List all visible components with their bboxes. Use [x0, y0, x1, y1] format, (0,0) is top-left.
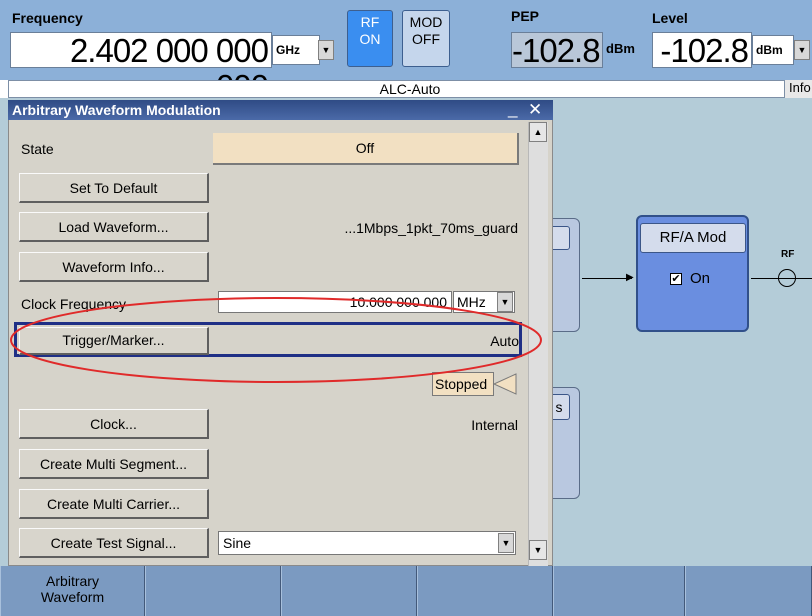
set-to-default-button[interactable]: Set To Default	[19, 173, 209, 203]
scroll-down-icon[interactable]: ▼	[529, 540, 547, 560]
rf-on-button[interactable]: RF ON	[347, 10, 393, 67]
scroll-up-icon[interactable]: ▲	[529, 122, 547, 142]
signal-arrow	[582, 278, 632, 279]
rf-mod-title[interactable]: RF/A Mod	[640, 223, 746, 253]
dialog-titlebar: Arbitrary Waveform Modulation	[8, 100, 553, 120]
tab-arbitrary-waveform[interactable]: Arbitrary Waveform	[0, 566, 145, 616]
dialog-scrollbar[interactable]	[528, 122, 548, 566]
rf-output-connector-icon	[778, 269, 796, 287]
minimize-icon[interactable]: _	[508, 100, 517, 118]
tab-empty-2[interactable]	[281, 566, 417, 616]
waveform-name: ...1Mbps_1pkt_70ms_guard	[344, 220, 518, 236]
level-unit-dropdown-icon[interactable]: ▼	[794, 40, 810, 60]
test-signal-dropdown-icon[interactable]: ▼	[498, 533, 514, 553]
clock-frequency-label: Clock Frequency	[21, 296, 127, 312]
clock-unit-label: MHz	[457, 294, 486, 310]
tab-empty-4[interactable]	[553, 566, 685, 616]
create-test-signal-button[interactable]: Create Test Signal...	[19, 528, 209, 558]
rf-button-line2: ON	[359, 31, 381, 47]
create-multi-segment-button[interactable]: Create Multi Segment...	[19, 449, 209, 479]
clock-button[interactable]: Clock...	[19, 409, 209, 439]
rf-output-label: RF	[781, 249, 795, 260]
tab-label-line1: Arbitrary	[46, 573, 99, 589]
test-signal-value: Sine	[223, 535, 252, 551]
waveform-info-button[interactable]: Waveform Info...	[19, 252, 209, 282]
arrow-head-icon: ▶	[626, 272, 634, 283]
level-unit-select[interactable]: dBm	[752, 35, 794, 65]
frequency-unit-dropdown-icon[interactable]: ▼	[318, 40, 334, 60]
level-label: Level	[652, 10, 688, 26]
trigger-marker-button[interactable]: Trigger/Marker...	[19, 327, 209, 355]
tab-empty-5[interactable]	[685, 566, 812, 616]
rf-button-line1: RF	[360, 14, 380, 30]
close-icon[interactable]: ✕	[528, 101, 542, 119]
stopped-label: Stopped	[435, 376, 488, 392]
state-label: State	[21, 141, 54, 157]
pep-label: PEP	[511, 8, 540, 24]
frequency-field[interactable]: 2.402 000 000 000	[10, 32, 272, 105]
frequency-label: Frequency	[12, 10, 83, 26]
dialog-title: Arbitrary Waveform Modulation	[12, 102, 221, 118]
load-waveform-button[interactable]: Load Waveform...	[19, 212, 209, 242]
frequency-unit-label: GHz	[276, 43, 300, 57]
tab-empty-1[interactable]	[145, 566, 281, 616]
mod-button-line1: MOD	[409, 14, 443, 30]
mod-button-line2: OFF	[412, 31, 440, 47]
create-multi-carrier-button[interactable]: Create Multi Carrier...	[19, 489, 209, 519]
test-signal-select[interactable]: Sine	[218, 531, 516, 555]
clock-frequency-input[interactable]: 10.000 000 000	[218, 291, 452, 313]
level-unit-label: dBm	[756, 43, 783, 57]
pep-value: -102.8	[511, 32, 603, 69]
info-tab[interactable]: Info	[784, 80, 812, 98]
state-toggle[interactable]: Off	[213, 133, 519, 165]
trigger-mode-value: Auto	[490, 333, 519, 349]
clock-source-value: Internal	[471, 417, 518, 433]
mod-off-button[interactable]: MOD OFF	[402, 10, 450, 67]
clock-unit-dropdown-icon[interactable]: ▼	[497, 292, 513, 312]
status-bar: ALC-Auto	[8, 80, 812, 98]
trigger-status-badge: Stopped	[432, 372, 494, 396]
rf-mod-on-label: On	[690, 270, 711, 287]
level-field[interactable]: -102.8	[652, 32, 752, 69]
stopped-arrow-icon	[492, 373, 517, 395]
tab-empty-3[interactable]	[417, 566, 553, 616]
pep-unit: dBm	[606, 41, 635, 56]
rf-mod-checkbox[interactable]: ✔	[670, 273, 682, 285]
frequency-unit-select[interactable]: GHz	[272, 35, 320, 65]
tab-label-line2: Waveform	[40, 589, 105, 605]
